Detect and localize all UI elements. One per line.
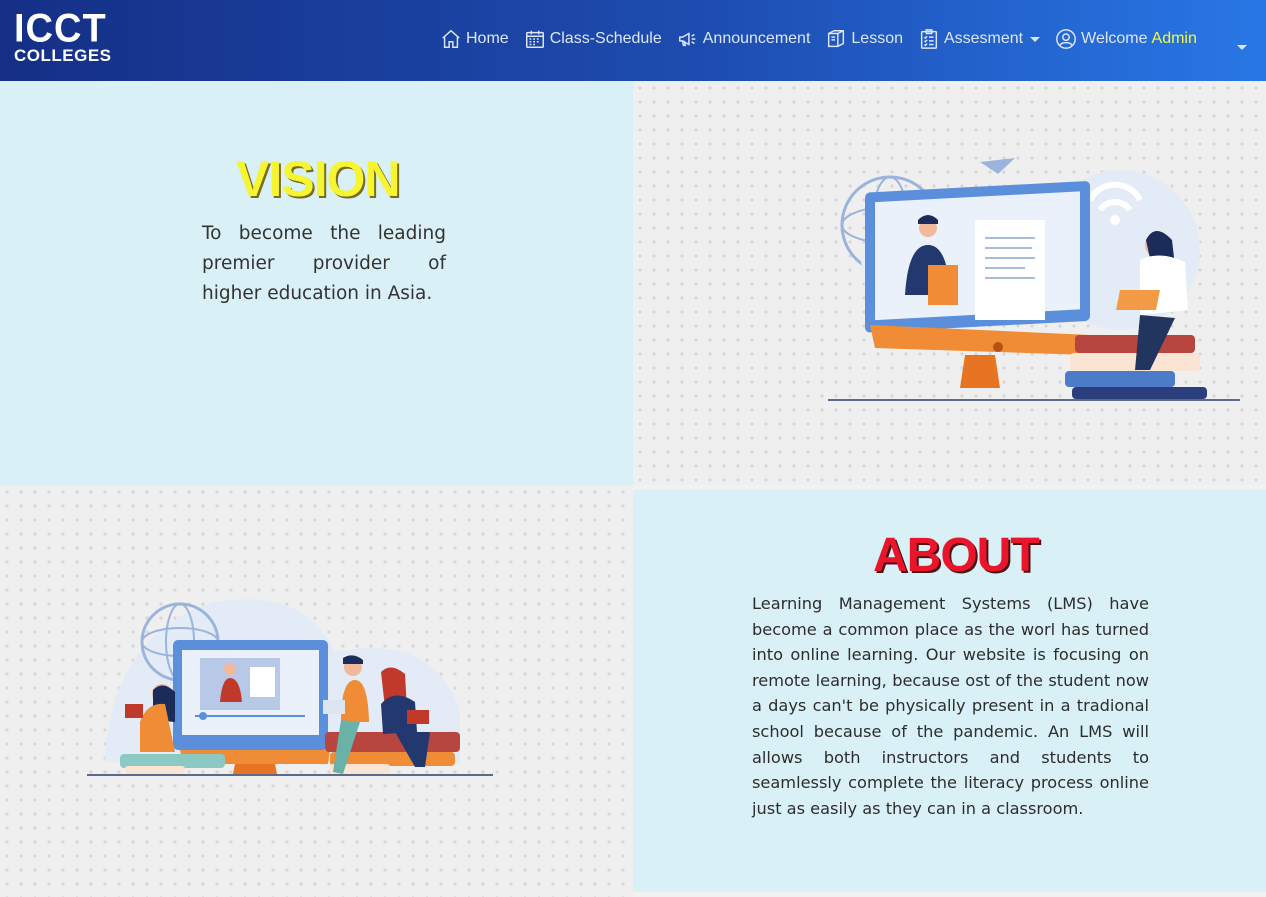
brand-line1: ICCT bbox=[14, 6, 107, 52]
nav-class-schedule-label: Class-Schedule bbox=[549, 30, 662, 47]
top-navbar: ICCT COLLEGES Home Class-Schedule Announ… bbox=[0, 0, 1266, 81]
calendar-icon bbox=[525, 30, 544, 48]
caret-down-icon bbox=[1030, 36, 1041, 42]
students-learning-illustration bbox=[87, 599, 493, 776]
nav-assessment-dropdown[interactable]: Assesment bbox=[918, 28, 1041, 50]
caret-down-icon bbox=[1237, 45, 1247, 50]
nav-welcome-label: Welcome bbox=[1081, 30, 1148, 47]
nav-lesson[interactable]: Lesson bbox=[825, 28, 903, 50]
vision-title: VISION bbox=[236, 151, 400, 207]
vision-text: To become the leading premier provider o… bbox=[202, 223, 446, 304]
nav-assessment-label: Assesment bbox=[943, 30, 1024, 47]
user-dropdown-toggle[interactable] bbox=[1237, 35, 1247, 54]
home-icon bbox=[442, 29, 460, 48]
main-nav: Home Class-Schedule Announcement Lesson … bbox=[440, 24, 1212, 54]
nav-user-menu[interactable]: Welcome Admin bbox=[1055, 28, 1197, 50]
megaphone-icon bbox=[678, 32, 696, 47]
nav-announcement-label: Announcement bbox=[702, 30, 811, 47]
about-title: ABOUT bbox=[873, 529, 1040, 582]
checklist-icon bbox=[920, 29, 938, 49]
online-teaching-illustration bbox=[828, 158, 1240, 401]
brand-logo[interactable]: ICCT COLLEGES bbox=[14, 6, 112, 64]
user-circle-icon bbox=[1056, 29, 1077, 49]
nav-lesson-label: Lesson bbox=[851, 30, 903, 47]
book-icon bbox=[828, 30, 845, 48]
nav-class-schedule[interactable]: Class-Schedule bbox=[524, 28, 662, 50]
nav-home-label: Home bbox=[466, 30, 509, 47]
nav-announcement[interactable]: Announcement bbox=[677, 28, 811, 50]
nav-home[interactable]: Home bbox=[440, 28, 509, 50]
nav-user-name: Admin bbox=[1151, 30, 1197, 47]
about-text: Learning Management Systems (LMS) have b… bbox=[752, 594, 1149, 818]
